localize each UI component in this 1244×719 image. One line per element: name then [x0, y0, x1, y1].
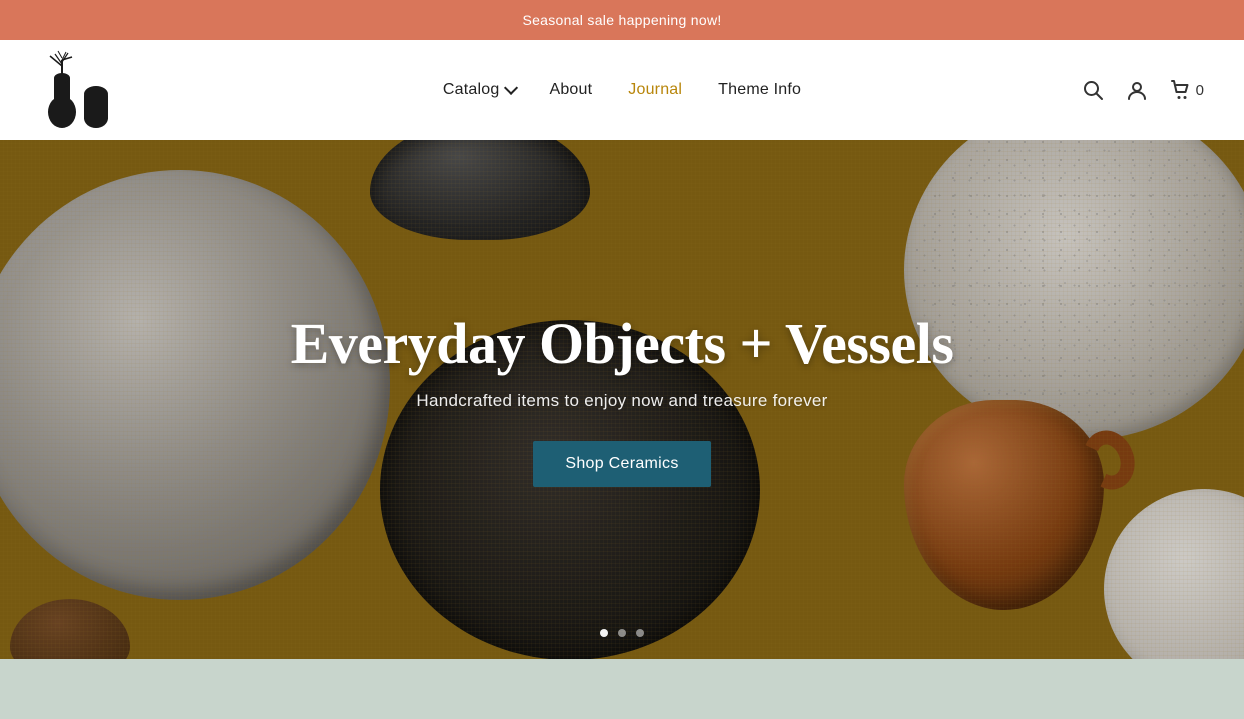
- nav-about[interactable]: About: [549, 81, 592, 99]
- hero-section: Everyday Objects + Vessels Handcrafted i…: [0, 140, 1244, 659]
- hero-title: Everyday Objects + Vessels: [291, 312, 954, 376]
- shop-ceramics-button[interactable]: Shop Ceramics: [533, 441, 710, 487]
- header-icons: 0: [1082, 79, 1204, 101]
- logo-icon: [40, 50, 115, 130]
- logo[interactable]: [40, 50, 115, 130]
- nav-theme-info[interactable]: Theme Info: [718, 81, 801, 99]
- account-icon: [1126, 79, 1148, 101]
- slide-dot-3[interactable]: [636, 629, 644, 637]
- main-nav: Catalog About Journal Theme Info: [443, 81, 801, 99]
- cart-icon: [1170, 79, 1192, 101]
- header: Catalog About Journal Theme Info: [0, 40, 1244, 140]
- chevron-down-icon: [504, 81, 518, 95]
- search-button[interactable]: [1082, 79, 1104, 101]
- cart-button[interactable]: 0: [1170, 79, 1204, 101]
- hero-subtitle: Handcrafted items to enjoy now and treas…: [416, 391, 827, 411]
- nav-catalog[interactable]: Catalog: [443, 81, 514, 99]
- hero-content: Everyday Objects + Vessels Handcrafted i…: [0, 140, 1244, 659]
- search-icon: [1082, 79, 1104, 101]
- slide-dot-2[interactable]: [618, 629, 626, 637]
- slide-dot-1[interactable]: [600, 629, 608, 637]
- announcement-bar: Seasonal sale happening now!: [0, 0, 1244, 40]
- slide-dots: [600, 629, 644, 637]
- hero-background: Everyday Objects + Vessels Handcrafted i…: [0, 140, 1244, 659]
- account-button[interactable]: [1126, 79, 1148, 101]
- announcement-text: Seasonal sale happening now!: [522, 12, 721, 28]
- cart-count: 0: [1196, 82, 1204, 99]
- nav-journal[interactable]: Journal: [628, 81, 682, 99]
